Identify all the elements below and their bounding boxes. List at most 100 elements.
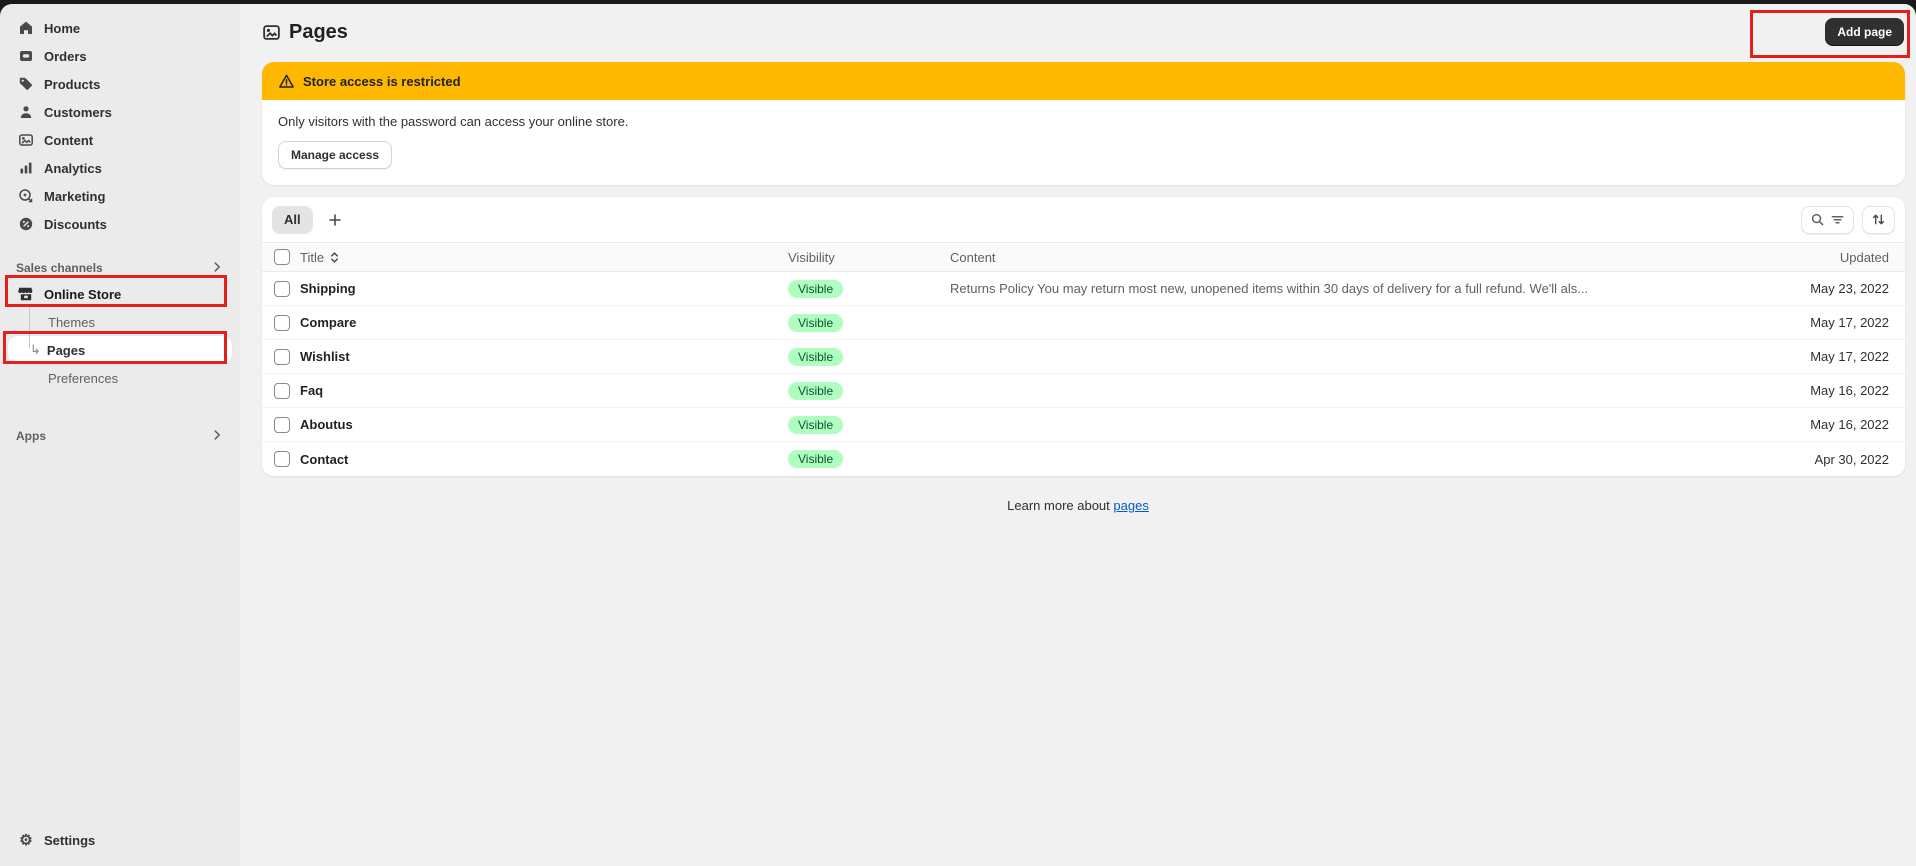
apps-section[interactable]: Apps	[16, 426, 224, 446]
column-header-content: Content	[950, 250, 1745, 265]
sort-arrows-icon	[1871, 212, 1886, 227]
sidebar-item-online-store[interactable]: Online Store	[8, 280, 232, 308]
table-toolbar: All	[262, 197, 1905, 242]
settings-label: Settings	[44, 833, 95, 848]
store-access-banner: Store access is restricted Only visitors…	[262, 62, 1905, 185]
add-page-button[interactable]: Add page	[1825, 18, 1904, 46]
row-title: Compare	[300, 315, 788, 330]
filter-lines-icon	[1830, 212, 1845, 227]
row-updated: Apr 30, 2022	[1745, 452, 1905, 467]
pages-table-card: All Title Visibility	[262, 197, 1905, 476]
banner-description: Only visitors with the password can acce…	[278, 114, 1889, 129]
column-header-visibility: Visibility	[788, 250, 950, 265]
themes-label: Themes	[48, 315, 95, 330]
row-title: Shipping	[300, 281, 788, 296]
row-checkbox[interactable]	[274, 349, 290, 365]
sidebar-item-preferences[interactable]: Preferences	[8, 364, 232, 392]
column-header-updated: Updated	[1745, 250, 1905, 265]
sidebar-item-settings[interactable]: ⚙ Settings	[8, 826, 232, 854]
page-icon	[262, 23, 281, 42]
visibility-badge: Visible	[788, 348, 843, 366]
online-store-connector-line	[29, 306, 30, 348]
customers-icon	[16, 104, 36, 120]
sidebar-nav-list: Home Orders Products Customers Content A…	[0, 14, 240, 238]
table-header-row: Title Visibility Content Updated	[262, 242, 1905, 272]
search-icon	[1810, 212, 1825, 227]
home-icon	[16, 20, 36, 36]
sidebar-item-discounts[interactable]: Discounts	[8, 210, 232, 238]
row-checkbox[interactable]	[274, 417, 290, 433]
row-checkbox[interactable]	[274, 315, 290, 331]
gear-icon: ⚙	[16, 832, 36, 848]
pages-label: Pages	[47, 343, 85, 358]
add-view-button[interactable]	[321, 206, 349, 234]
learn-more-footer: Learn more about pages	[240, 498, 1916, 513]
storefront-icon	[16, 286, 36, 302]
visibility-badge: Visible	[788, 280, 843, 298]
sidebar-item-analytics[interactable]: Analytics	[8, 154, 232, 182]
column-header-title[interactable]: Title	[300, 250, 788, 265]
admin-app-surface: Home Orders Products Customers Content A…	[0, 4, 1916, 866]
page-title: Pages	[262, 21, 348, 44]
banner-title: Store access is restricted	[303, 74, 461, 89]
sidebar-item-home[interactable]: Home	[8, 14, 232, 42]
sidebar-item-themes[interactable]: Themes	[8, 308, 232, 336]
content-icon	[16, 132, 36, 148]
page-header: Pages Add page	[240, 4, 1916, 60]
row-checkbox[interactable]	[274, 383, 290, 399]
subpage-arrow-icon: ↳	[30, 342, 41, 358]
visibility-badge: Visible	[788, 416, 843, 434]
row-updated: May 16, 2022	[1745, 417, 1905, 432]
table-row[interactable]: Aboutus Visible May 16, 2022	[262, 408, 1905, 442]
analytics-icon	[16, 160, 36, 176]
chevron-right-icon	[210, 260, 224, 277]
table-row[interactable]: Shipping Visible Returns Policy You may …	[262, 272, 1905, 306]
sidebar-item-marketing[interactable]: Marketing	[8, 182, 232, 210]
sidebar-item-pages[interactable]: ↳ Pages	[8, 336, 232, 364]
sidebar: Home Orders Products Customers Content A…	[0, 4, 240, 866]
preferences-label: Preferences	[48, 371, 118, 386]
row-checkbox[interactable]	[274, 281, 290, 297]
banner-body: Only visitors with the password can acce…	[262, 100, 1905, 185]
pages-help-link[interactable]: pages	[1113, 498, 1148, 513]
table-row[interactable]: Faq Visible May 16, 2022	[262, 374, 1905, 408]
sort-caret-icon	[329, 251, 340, 264]
online-store-label: Online Store	[44, 287, 121, 302]
tab-all[interactable]: All	[272, 206, 313, 234]
apps-label: Apps	[16, 429, 46, 443]
sidebar-item-products[interactable]: Products	[8, 70, 232, 98]
orders-icon	[16, 48, 36, 64]
search-and-filter-button[interactable]	[1801, 206, 1854, 234]
marketing-icon	[16, 188, 36, 204]
table-row[interactable]: Wishlist Visible May 17, 2022	[262, 340, 1905, 374]
row-checkbox[interactable]	[274, 451, 290, 467]
sidebar-item-customers[interactable]: Customers	[8, 98, 232, 126]
sales-channels-section[interactable]: Sales channels	[16, 258, 224, 278]
chevron-right-icon	[210, 428, 224, 445]
table-row[interactable]: Compare Visible May 17, 2022	[262, 306, 1905, 340]
row-title: Faq	[300, 383, 788, 398]
select-all-checkbox[interactable]	[274, 249, 290, 265]
manage-access-button[interactable]: Manage access	[278, 141, 392, 169]
visibility-badge: Visible	[788, 450, 843, 468]
sales-channels-label: Sales channels	[16, 261, 103, 275]
row-updated: May 17, 2022	[1745, 349, 1905, 364]
table-body: Shipping Visible Returns Policy You may …	[262, 272, 1905, 476]
row-updated: May 17, 2022	[1745, 315, 1905, 330]
discounts-icon	[16, 216, 36, 232]
row-content: Returns Policy You may return most new, …	[950, 281, 1745, 296]
row-title: Wishlist	[300, 349, 788, 364]
products-icon	[16, 76, 36, 92]
table-row[interactable]: Contact Visible Apr 30, 2022	[262, 442, 1905, 476]
visibility-badge: Visible	[788, 382, 843, 400]
warning-triangle-icon	[278, 73, 295, 90]
row-title: Contact	[300, 452, 788, 467]
sort-button[interactable]	[1862, 206, 1895, 234]
row-updated: May 16, 2022	[1745, 383, 1905, 398]
banner-header: Store access is restricted	[262, 62, 1905, 100]
visibility-badge: Visible	[788, 314, 843, 332]
row-updated: May 23, 2022	[1745, 281, 1905, 296]
sidebar-item-orders[interactable]: Orders	[8, 42, 232, 70]
row-title: Aboutus	[300, 417, 788, 432]
sidebar-item-content[interactable]: Content	[8, 126, 232, 154]
